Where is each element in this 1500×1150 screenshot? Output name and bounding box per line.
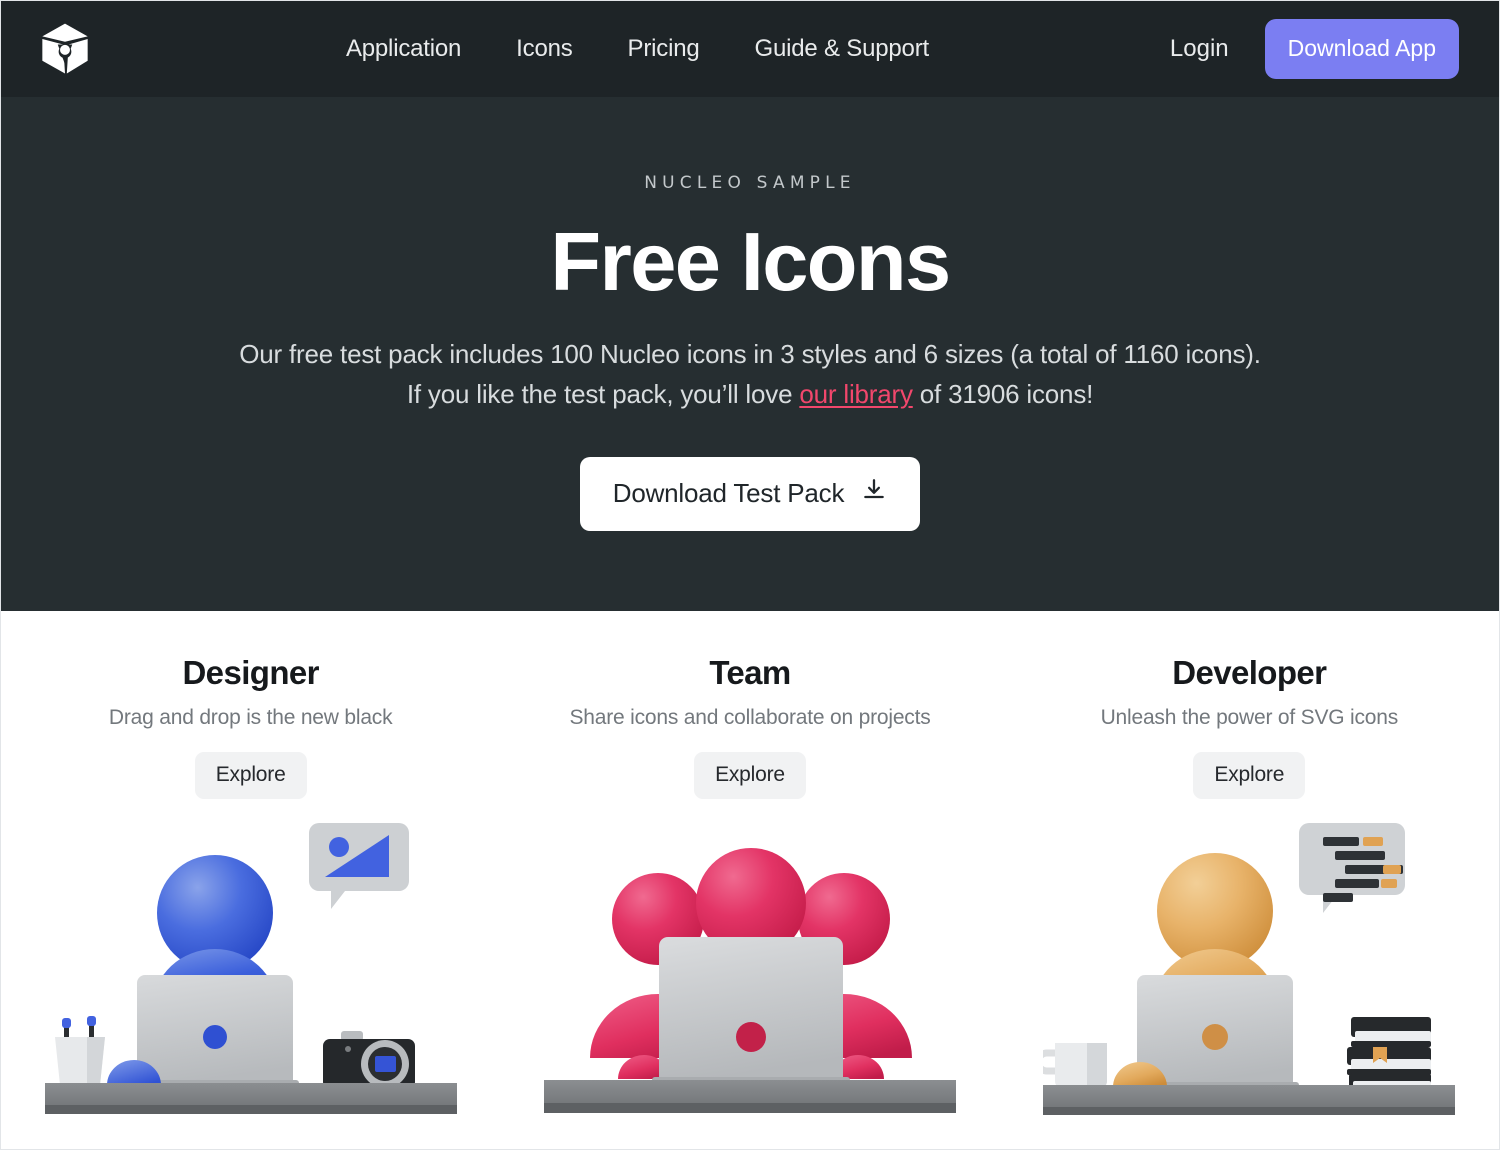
explore-button-developer[interactable]: Explore xyxy=(1193,752,1306,799)
coffee-mug xyxy=(1043,1043,1108,1089)
nav-item-icons[interactable]: Icons xyxy=(516,35,573,63)
nucleo-cube-logo-icon[interactable] xyxy=(35,19,95,79)
laptop-lid xyxy=(658,937,843,1081)
download-test-pack-button[interactable]: Download Test Pack xyxy=(579,457,921,531)
code-speech-bubble-icon xyxy=(1299,823,1406,913)
explore-button-designer[interactable]: Explore xyxy=(194,752,307,799)
book-stack xyxy=(1347,1017,1432,1092)
card-title: Team xyxy=(709,654,791,691)
nav-item-pricing[interactable]: Pricing xyxy=(628,35,700,63)
developer-desk-illustration xyxy=(1000,815,1499,1115)
card-title: Designer xyxy=(182,654,319,691)
desk-edge xyxy=(1043,1107,1456,1115)
card-developer: Developer Unleash the power of SVG icons… xyxy=(1000,654,1499,1115)
download-test-pack-label: Download Test Pack xyxy=(612,478,845,508)
desk-edge xyxy=(44,1105,457,1114)
desk-edge xyxy=(543,1103,956,1113)
hero-description-text-a: Our free test pack includes 100 Nucleo i… xyxy=(239,339,1261,409)
designer-desk-illustration xyxy=(1,815,500,1115)
card-subtitle: Drag and drop is the new black xyxy=(108,706,393,729)
login-link[interactable]: Login xyxy=(1170,35,1229,63)
download-icon xyxy=(861,477,887,510)
desk-top xyxy=(44,1083,457,1105)
top-navbar: Application Icons Pricing Guide & Suppor… xyxy=(1,1,1499,97)
laptop-logo xyxy=(735,1022,766,1052)
page-root: Application Icons Pricing Guide & Suppor… xyxy=(0,0,1500,1150)
team-desk-illustration xyxy=(500,815,999,1115)
image-speech-bubble-icon xyxy=(308,823,409,909)
hero-description-text-b: of 31906 icons! xyxy=(912,379,1094,409)
card-title: Developer xyxy=(1172,654,1327,691)
laptop-logo xyxy=(1202,1024,1229,1050)
nav-links: Application Icons Pricing Guide & Suppor… xyxy=(105,35,1170,63)
hero-eyebrow: NUCLEO SAMPLE xyxy=(644,173,856,193)
nucleo-cube-logo-icon-svg xyxy=(42,23,88,74)
pen-cup xyxy=(54,1016,105,1085)
hero-section: NUCLEO SAMPLE Free Icons Our free test p… xyxy=(1,97,1499,611)
explore-button-team[interactable]: Explore xyxy=(694,752,806,799)
nav-item-application[interactable]: Application xyxy=(346,35,461,63)
page-title: Free Icons xyxy=(550,215,951,308)
feature-cards: Designer Drag and drop is the new black … xyxy=(1,611,1499,1115)
hero-description: Our free test pack includes 100 Nucleo i… xyxy=(235,334,1265,414)
card-subtitle: Unleash the power of SVG icons xyxy=(1100,706,1399,729)
camera-icon xyxy=(322,1031,415,1089)
nav-item-guide-support[interactable]: Guide & Support xyxy=(755,35,930,63)
download-icon-svg xyxy=(864,479,885,499)
nav-actions: Login Download App xyxy=(1170,19,1459,79)
developer-illustration-svg xyxy=(1043,823,1456,1115)
card-designer: Designer Drag and drop is the new black … xyxy=(1,654,500,1115)
card-team: Team Share icons and collaborate on proj… xyxy=(500,654,999,1115)
desk-top xyxy=(1043,1085,1456,1107)
team-illustration-svg xyxy=(543,848,956,1113)
desk-top xyxy=(543,1080,956,1103)
download-app-button[interactable]: Download App xyxy=(1264,19,1459,79)
our-library-link[interactable]: our library xyxy=(799,379,913,409)
designer-illustration-svg xyxy=(44,823,457,1114)
laptop-logo xyxy=(202,1025,227,1049)
card-subtitle: Share icons and collaborate on projects xyxy=(569,706,931,729)
